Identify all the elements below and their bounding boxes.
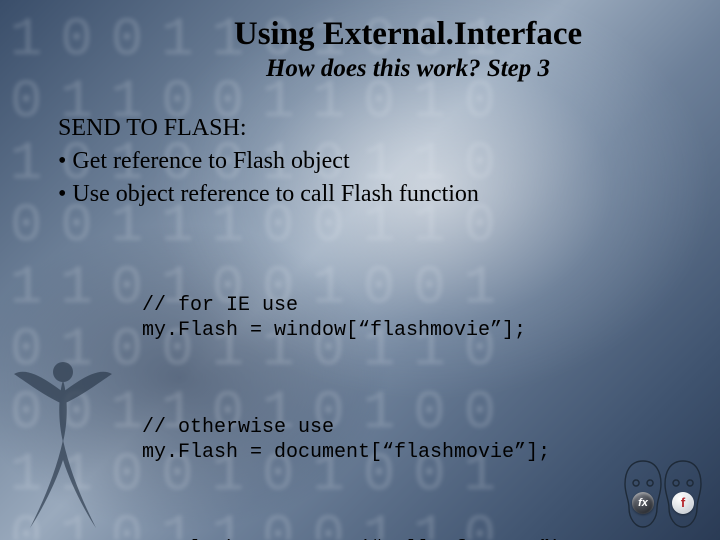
dancer-figure-icon [8, 342, 118, 532]
slide-subtitle: How does this work? Step 3 [136, 55, 680, 83]
bullet-item: • Get reference to Flash object [58, 146, 680, 177]
slide-container: Using External.Interface How does this w… [0, 0, 720, 540]
code-chunk: // otherwise use my.Flash = document[“fl… [142, 415, 680, 465]
code-line: // otherwise use [142, 416, 334, 439]
code-line: // for IE use [142, 294, 298, 317]
section-heading: SEND TO FLASH: [58, 113, 680, 144]
bullet-item: • Use object reference to call Flash fun… [58, 179, 680, 210]
fx-badge-label: fx [638, 497, 648, 509]
code-chunk: // for IE use my.Flash = window[“flashmo… [142, 293, 680, 343]
flash-badge-icon: f [672, 492, 694, 514]
code-line: my.Flash = document[“flashmovie”]; [142, 441, 550, 464]
code-chunk: my.Flash. tween.Me(“Hello from JS”) [142, 537, 680, 540]
fx-badge-icon: fx [632, 492, 654, 514]
body-text: SEND TO FLASH: • Get reference to Flash … [58, 113, 680, 211]
footer-logos: fx f [620, 458, 706, 530]
bullet-text: Use object reference to call Flash funct… [72, 181, 479, 207]
code-line: my.Flash = window[“flashmovie”]; [142, 319, 526, 342]
bullet-text: Get reference to Flash object [72, 148, 349, 174]
code-block: // for IE use my.Flash = window[“flashmo… [142, 243, 680, 540]
flash-logo-icon: f [660, 458, 706, 530]
flash-badge-label: f [681, 495, 685, 510]
slide-title: Using External.Interface [136, 16, 680, 53]
